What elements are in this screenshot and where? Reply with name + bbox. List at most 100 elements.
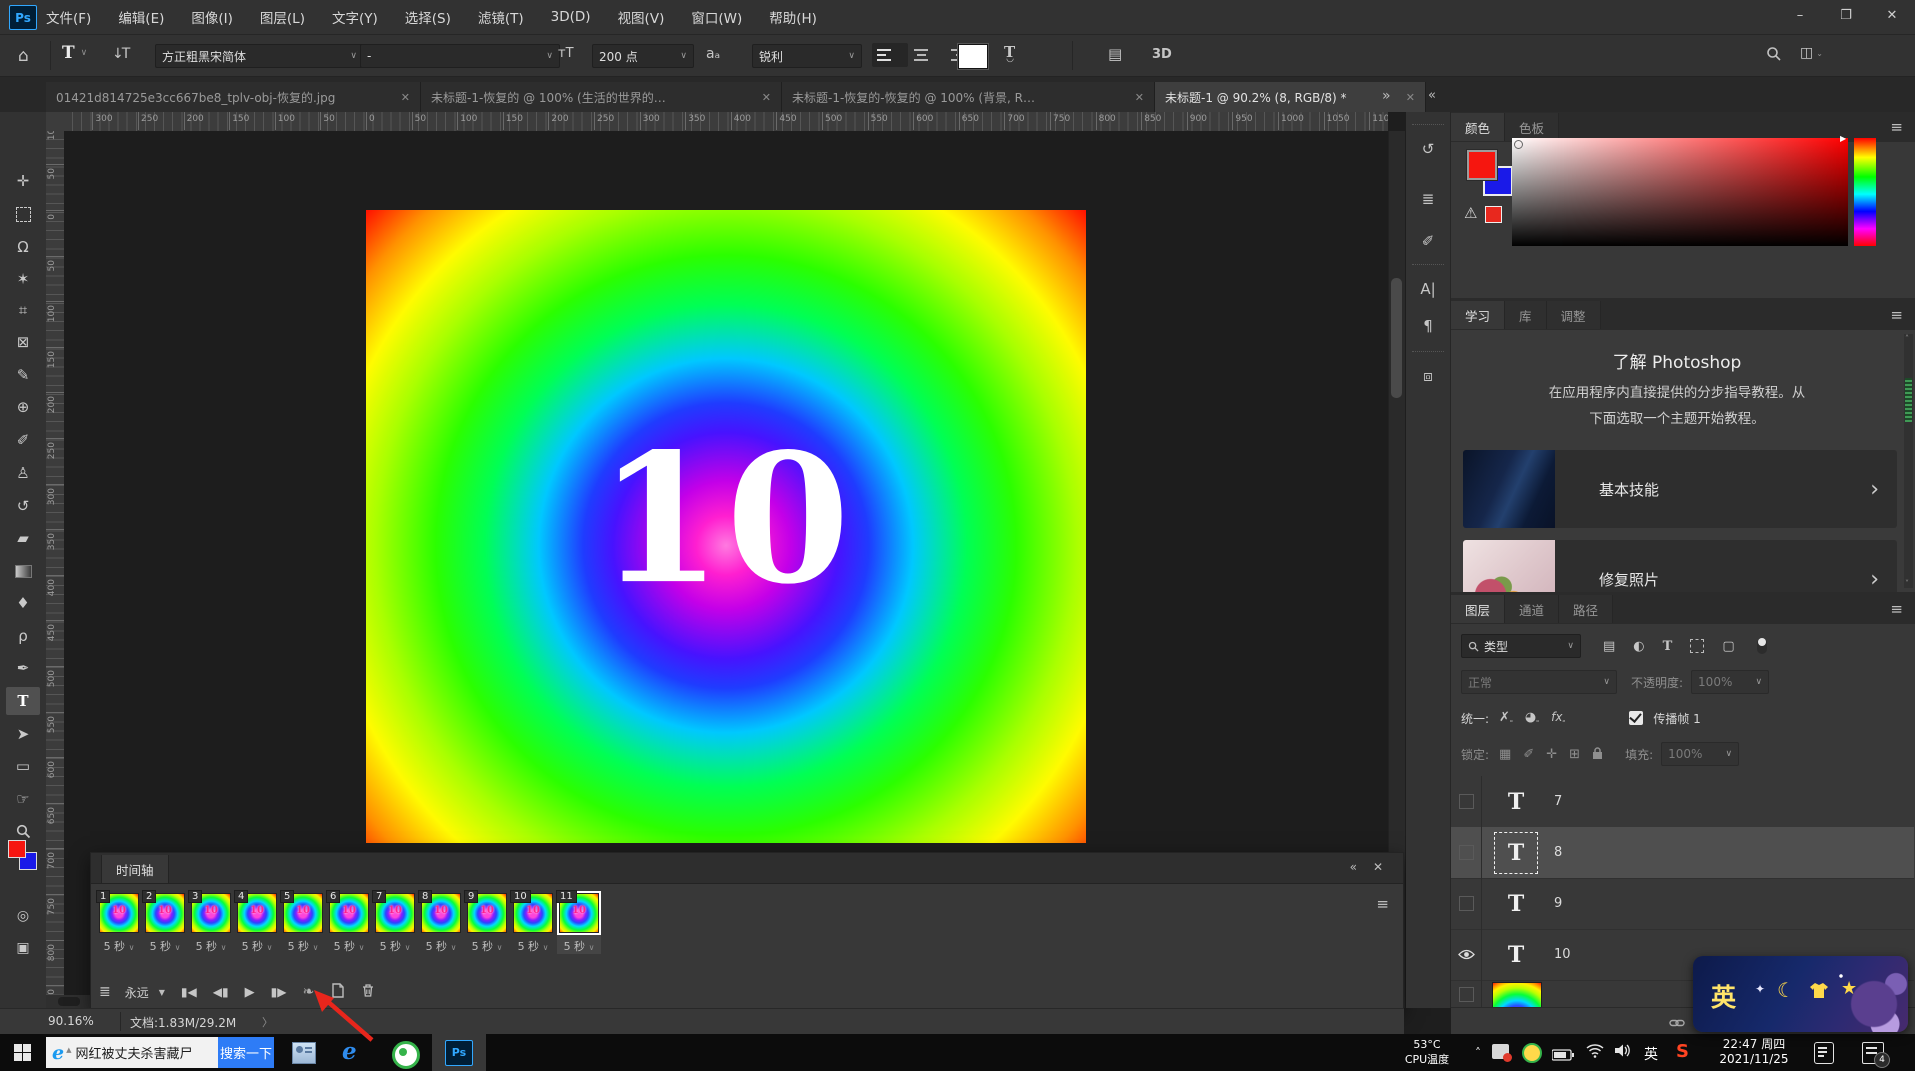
hue-slider[interactable] bbox=[1854, 138, 1876, 246]
foreground-background-colors[interactable] bbox=[8, 840, 38, 872]
gamut-color-swatch[interactable] bbox=[1485, 206, 1502, 223]
layer-visibility-empty[interactable] bbox=[1451, 878, 1482, 929]
brush-tool[interactable]: ✐ bbox=[6, 426, 40, 454]
quick-selection-tool[interactable]: ✶ bbox=[6, 265, 40, 293]
opacity-field[interactable]: 100%∨ bbox=[1691, 670, 1769, 694]
layer-row-7[interactable]: T7 bbox=[1451, 776, 1914, 828]
frame-duration-select[interactable]: 5 秒 ∨ bbox=[465, 938, 509, 954]
quick-mask-icon[interactable]: ◎ bbox=[6, 902, 40, 930]
lasso-tool[interactable]: Ω bbox=[6, 233, 40, 261]
font-style-select[interactable]: -∨ bbox=[360, 44, 560, 68]
ruler-origin-box[interactable] bbox=[46, 112, 65, 132]
lock-position-icon[interactable]: ✛ bbox=[1546, 747, 1557, 762]
character-panel-icon[interactable]: A| bbox=[1406, 280, 1450, 298]
frame-duration-select[interactable]: 5 秒 ∨ bbox=[327, 938, 371, 954]
align-center-button[interactable] bbox=[908, 43, 934, 67]
frame-tool[interactable]: ⊠ bbox=[6, 328, 40, 356]
layer-name[interactable]: 8 bbox=[1554, 845, 1562, 860]
lock-artboard-icon[interactable]: ⊞ bbox=[1569, 747, 1580, 762]
link-layers-icon[interactable] bbox=[1669, 1014, 1685, 1033]
timeline-close-icon[interactable]: ✕ bbox=[1373, 860, 1383, 874]
hand-tool[interactable]: ☞ bbox=[6, 785, 40, 813]
type-tool[interactable]: T bbox=[6, 687, 40, 715]
anti-alias-select[interactable]: 锐利∨ bbox=[752, 44, 862, 68]
photoshop-taskbar-button[interactable]: Ps bbox=[432, 1034, 486, 1071]
menu-item-6[interactable]: 滤镜(T) bbox=[478, 7, 524, 27]
crop-tool[interactable]: ⌗ bbox=[6, 296, 40, 324]
layers-panel-menu-icon[interactable]: ≡ bbox=[1890, 600, 1903, 618]
tab-overflow-icon[interactable]: » bbox=[1382, 88, 1391, 104]
tray-sogou-icon[interactable]: S bbox=[1676, 1041, 1689, 1062]
tray-wifi-icon[interactable] bbox=[1586, 1043, 1604, 1062]
layer-visibility-empty[interactable] bbox=[1451, 980, 1482, 1009]
rectangle-tool[interactable]: ▭ bbox=[6, 752, 40, 780]
fill-field[interactable]: 100%∨ bbox=[1661, 742, 1739, 766]
tray-360-icon[interactable] bbox=[1522, 1043, 1542, 1063]
saturation-brightness-field[interactable] bbox=[1512, 138, 1848, 246]
ime-star-icon[interactable]: ★ bbox=[1841, 978, 1857, 999]
tray-notes-icon[interactable] bbox=[1814, 1042, 1834, 1064]
tab-adjustments[interactable]: 调整 bbox=[1547, 301, 1601, 329]
notification-center-icon[interactable]: 4 bbox=[1862, 1042, 1884, 1064]
layer-visibility-empty[interactable] bbox=[1451, 827, 1482, 878]
window-close-button[interactable]: ✕ bbox=[1869, 1, 1915, 29]
warp-text-icon[interactable]: T◡ bbox=[1004, 43, 1023, 61]
tab-close-icon[interactable]: ✕ bbox=[1406, 91, 1415, 104]
taskbar-search-text[interactable]: 网红被丈夫杀害藏尸 bbox=[75, 1043, 192, 1062]
tab-close-icon[interactable]: ✕ bbox=[1135, 91, 1144, 104]
screen-mode-icon[interactable]: ▣ bbox=[6, 934, 40, 962]
next-frame-button[interactable]: ▮▶ bbox=[271, 985, 287, 999]
frame-duration-select[interactable]: 5 秒 ∨ bbox=[235, 938, 279, 954]
search-icon[interactable] bbox=[1766, 46, 1782, 62]
first-frame-button[interactable]: ▮◀ bbox=[181, 985, 197, 999]
blur-tool[interactable]: ♦ bbox=[6, 589, 40, 617]
timeline-frame-7[interactable]: 7105 秒 ∨ bbox=[373, 893, 417, 954]
frame-duration-select[interactable]: 5 秒 ∨ bbox=[143, 938, 187, 954]
text-orientation-icon[interactable]: ↓T bbox=[112, 46, 128, 62]
tab-swatches[interactable]: 色板 bbox=[1505, 113, 1559, 141]
layer-row-9[interactable]: T9 bbox=[1451, 878, 1914, 930]
brush-settings-panel-icon[interactable]: ≣ bbox=[1406, 190, 1450, 208]
filter-toggle-pin[interactable] bbox=[1757, 638, 1767, 654]
frame-duration-select[interactable]: 5 秒 ∨ bbox=[511, 938, 555, 954]
window-restore-button[interactable]: ❐ bbox=[1823, 1, 1869, 29]
timeline-frame-11[interactable]: 11105 秒 ∨ bbox=[557, 893, 601, 954]
taskbar-search-button[interactable]: 搜索一下 bbox=[218, 1037, 274, 1068]
timeline-tab[interactable]: 时间轴 bbox=[101, 855, 169, 883]
timeline-frame-9[interactable]: 9105 秒 ∨ bbox=[465, 893, 509, 954]
timeline-frame-5[interactable]: 5105 秒 ∨ bbox=[281, 893, 325, 954]
menu-item-10[interactable]: 帮助(H) bbox=[769, 7, 817, 27]
dodge-tool[interactable]: ρ bbox=[6, 622, 40, 650]
menu-item-2[interactable]: 图像(I) bbox=[191, 7, 233, 27]
learn-scrollbar[interactable]: ˄ ˅ bbox=[1904, 334, 1913, 588]
collapse-panels-icon[interactable]: « bbox=[1428, 88, 1436, 103]
tab-paths[interactable]: 路径 bbox=[1559, 595, 1613, 623]
tab-color[interactable]: 颜色 bbox=[1451, 113, 1505, 141]
frame-duration-select[interactable]: 5 秒 ∨ bbox=[373, 938, 417, 954]
blend-mode-select[interactable]: 正常∨ bbox=[1461, 670, 1617, 694]
layer-thumbnail-type[interactable]: T bbox=[1494, 884, 1538, 924]
unify-visibility-icon[interactable]: ◕ᵒ bbox=[1525, 710, 1539, 727]
menu-item-4[interactable]: 文字(Y) bbox=[332, 7, 378, 27]
foreground-color-well[interactable] bbox=[1467, 150, 1497, 180]
font-family-select[interactable]: 方正粗黑宋简体∨ bbox=[155, 44, 364, 68]
menu-item-5[interactable]: 选择(S) bbox=[405, 7, 451, 27]
document-image[interactable]: 10 bbox=[366, 210, 1086, 843]
filter-type-layers-icon[interactable]: T bbox=[1663, 639, 1673, 654]
clone-stamp-tool[interactable]: ♙ bbox=[6, 459, 40, 487]
unify-position-icon[interactable]: ✗ᵒ bbox=[1499, 710, 1513, 727]
history-brush-tool[interactable]: ↺ bbox=[6, 492, 40, 520]
propagate-frame-checkbox[interactable] bbox=[1629, 711, 1643, 725]
healing-brush-tool[interactable]: ⊕ bbox=[6, 393, 40, 421]
gradient-tool[interactable] bbox=[6, 557, 40, 585]
lock-pixels-icon[interactable]: ✐ bbox=[1523, 747, 1534, 762]
document-tab-2[interactable]: 未标题-1-恢复的-恢复的 @ 100% (背景, R…✕ bbox=[782, 82, 1155, 112]
tab-close-icon[interactable]: ✕ bbox=[401, 91, 410, 104]
lock-all-icon[interactable] bbox=[1592, 745, 1603, 764]
loop-dropdown-icon[interactable]: ▼ bbox=[159, 988, 165, 997]
learn-panel-menu-icon[interactable]: ≡ bbox=[1890, 306, 1903, 324]
eyedropper-tool[interactable]: ✎ bbox=[6, 361, 40, 389]
text-color-swatch[interactable] bbox=[958, 44, 988, 69]
type-tool-preset[interactable]: T ∨ bbox=[62, 43, 87, 63]
eraser-tool[interactable]: ▰ bbox=[6, 524, 40, 552]
